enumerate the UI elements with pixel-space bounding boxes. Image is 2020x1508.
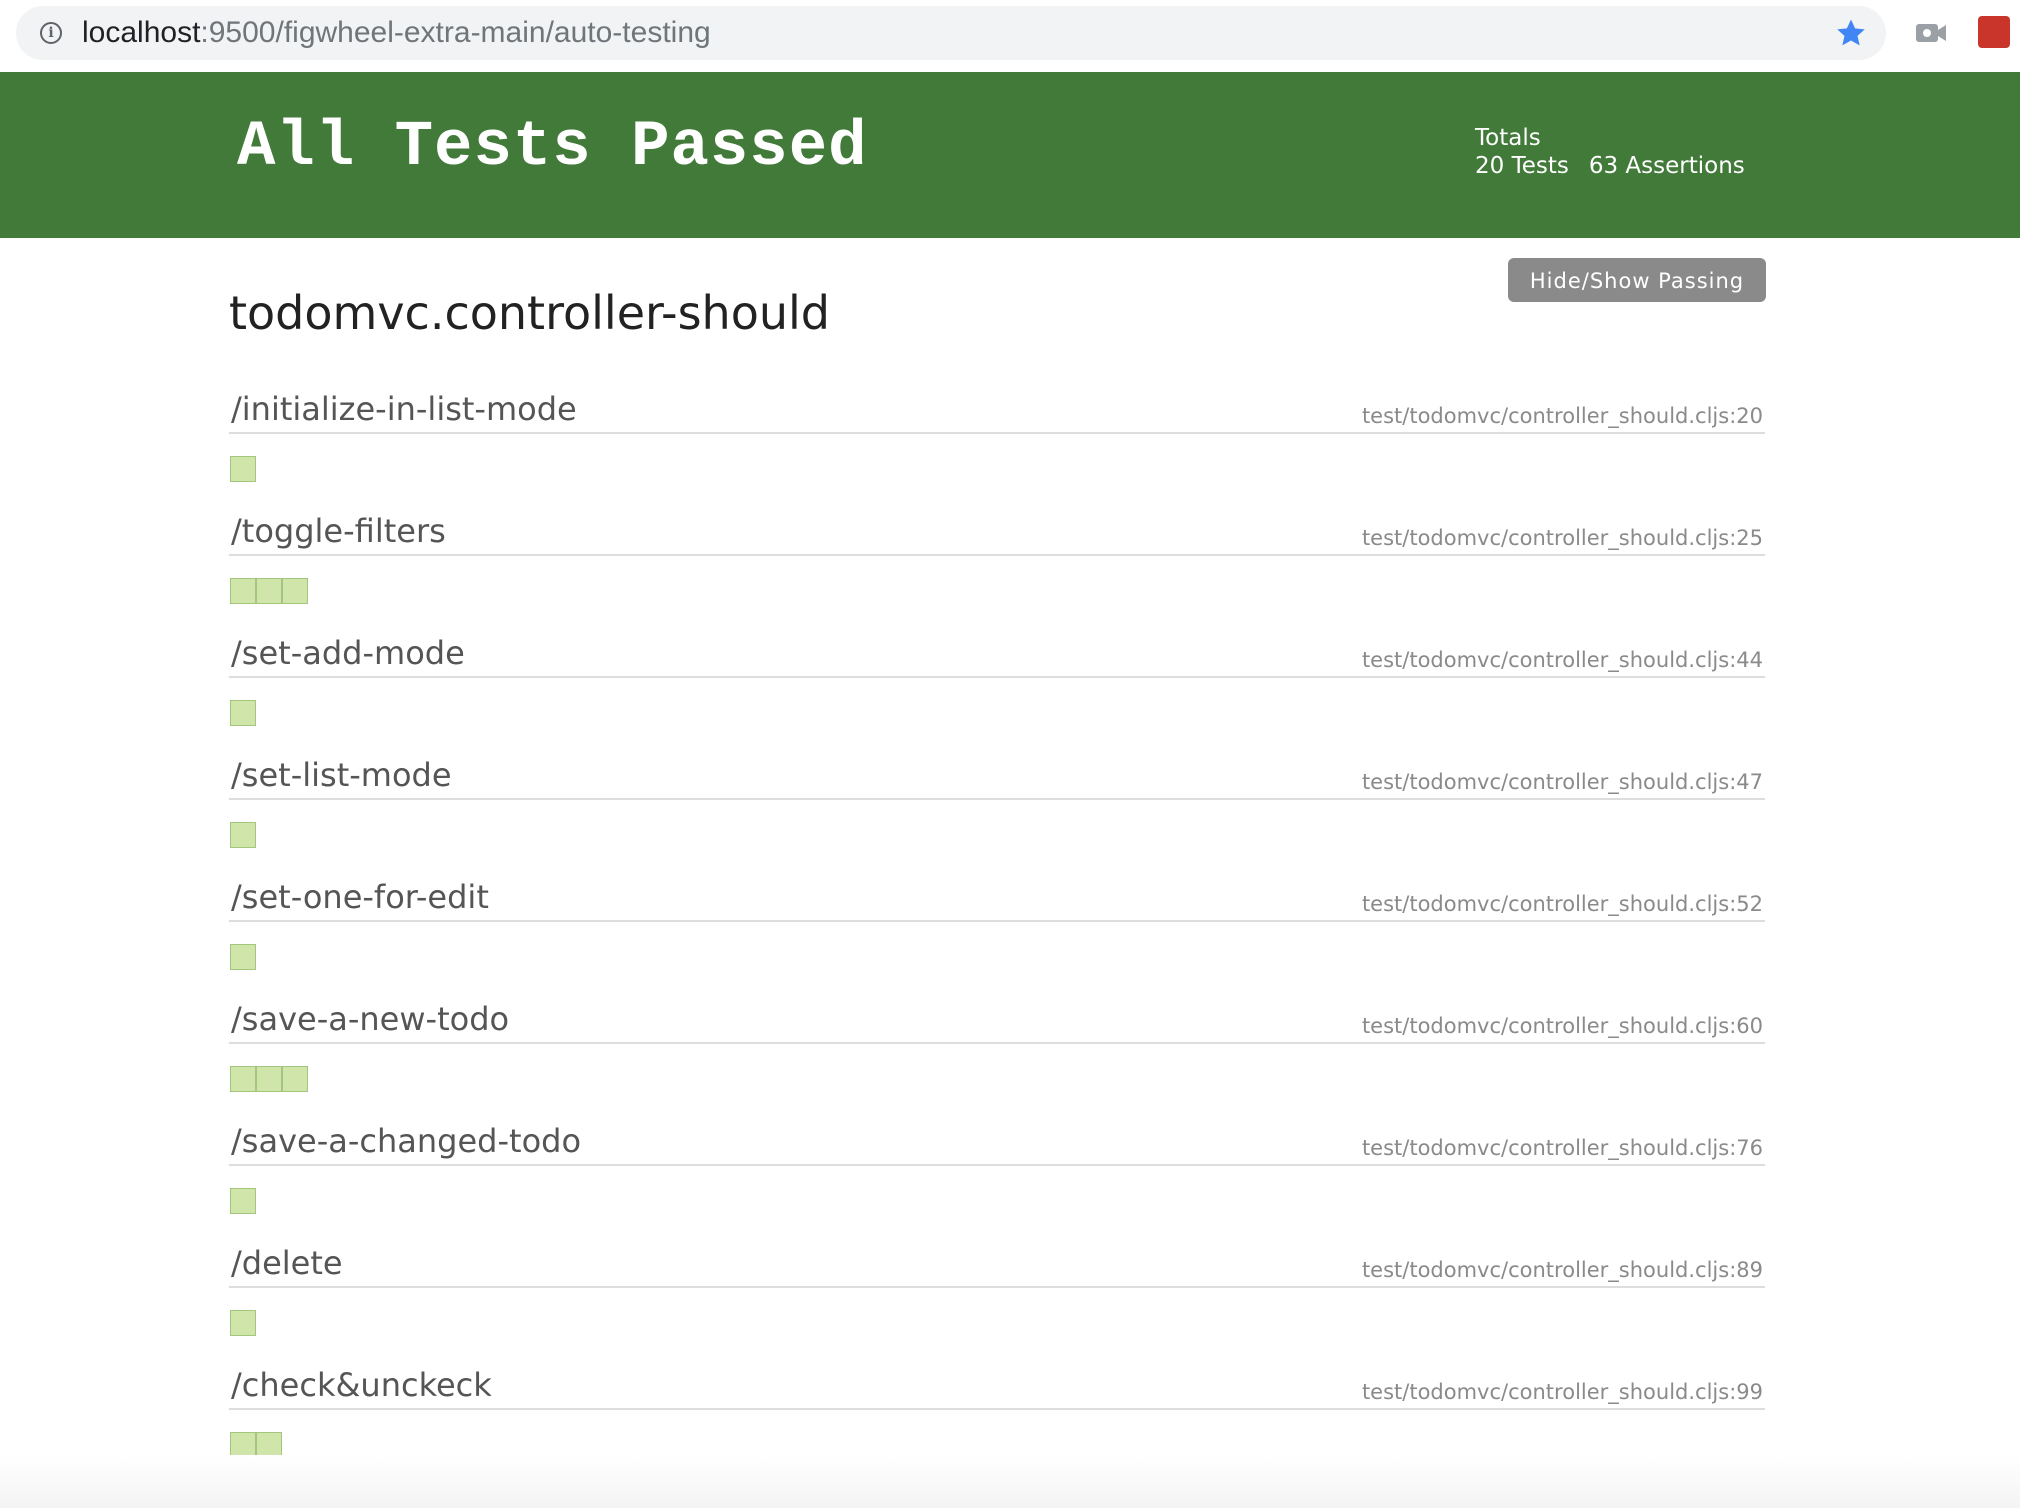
test-file-location[interactable]: test/todomvc/controller_should.cljs:44 <box>1362 648 1763 672</box>
test-row: /delete test/todomvc/controller_should.cl… <box>229 1242 1765 1364</box>
test-header: /set-one-for-edit test/todomvc/controller… <box>229 876 1765 922</box>
passed-assertion-marker[interactable] <box>230 578 256 604</box>
test-name[interactable]: /initialize-in-list-mode <box>231 390 577 428</box>
passed-assertion-marker[interactable] <box>282 578 308 604</box>
bottom-fade <box>0 1455 2020 1508</box>
test-file-location[interactable]: test/todomvc/controller_should.cljs:52 <box>1362 892 1763 916</box>
passed-assertion-marker[interactable] <box>230 944 256 970</box>
assertion-results <box>230 944 256 970</box>
test-name[interactable]: /toggle-filters <box>231 512 446 550</box>
assertions-count: 63 Assertions <box>1588 153 1745 179</box>
assertion-results <box>230 1310 256 1336</box>
test-name[interactable]: /save-a-changed-todo <box>231 1122 581 1160</box>
test-row: /save-a-changed-todo test/todomvc/control… <box>229 1120 1765 1242</box>
totals-summary: Totals 20 Tests 63 Assertions <box>1475 124 1745 180</box>
totals-counts: 20 Tests 63 Assertions <box>1475 152 1745 180</box>
url-host: localhost <box>82 16 201 49</box>
test-file-location[interactable]: test/todomvc/controller_should.cljs:60 <box>1362 1014 1763 1038</box>
passed-assertion-marker[interactable] <box>230 1188 256 1214</box>
passed-assertion-marker[interactable] <box>230 456 256 482</box>
test-header: /set-add-mode test/todomvc/controller_sho… <box>229 632 1765 678</box>
passed-assertion-marker[interactable] <box>256 1066 282 1092</box>
results-header: All Tests Passed Totals 20 Tests 63 Asser… <box>0 72 2020 238</box>
browser-toolbar: i localhost:9500/figwheel-extra-main/aut… <box>0 0 2020 72</box>
assertion-results <box>230 578 308 604</box>
site-info-icon[interactable]: i <box>40 22 62 44</box>
test-file-location[interactable]: test/todomvc/controller_should.cljs:25 <box>1362 526 1763 550</box>
assertion-results <box>230 700 256 726</box>
passed-assertion-marker[interactable] <box>230 700 256 726</box>
test-header: /initialize-in-list-mode test/todomvc/con… <box>229 388 1765 434</box>
tests-count: 20 Tests <box>1475 153 1569 179</box>
passed-assertion-marker[interactable] <box>282 1066 308 1092</box>
address-bar[interactable]: i localhost:9500/figwheel-extra-main/aut… <box>16 6 1886 60</box>
test-row: /save-a-new-todo test/todomvc/controller_… <box>229 998 1765 1120</box>
assertion-results <box>230 1066 308 1092</box>
test-header: /delete test/todomvc/controller_should.cl… <box>229 1242 1765 1288</box>
test-name[interactable]: /set-add-mode <box>231 634 465 672</box>
test-row: /initialize-in-list-mode test/todomvc/con… <box>229 388 1765 510</box>
test-header: /set-list-mode test/todomvc/controller_sh… <box>229 754 1765 800</box>
passed-assertion-marker[interactable] <box>230 1310 256 1336</box>
test-row: /set-list-mode test/todomvc/controller_sh… <box>229 754 1765 876</box>
bookmark-star-icon[interactable] <box>1834 16 1868 50</box>
test-name[interactable]: /set-one-for-edit <box>231 878 489 916</box>
test-name[interactable]: /set-list-mode <box>231 756 452 794</box>
url-text[interactable]: localhost:9500/figwheel-extra-main/auto-… <box>82 16 711 50</box>
test-name[interactable]: /save-a-new-todo <box>231 1000 509 1038</box>
page-title: All Tests Passed <box>237 112 868 184</box>
test-header: /check&unckeck test/todomvc/controller_sh… <box>229 1364 1765 1410</box>
paw-extension-icon[interactable] <box>1978 16 2010 48</box>
passed-assertion-marker[interactable] <box>230 822 256 848</box>
test-row: /set-add-mode test/todomvc/controller_sho… <box>229 632 1765 754</box>
test-row: /toggle-filters test/todomvc/controller_s… <box>229 510 1765 632</box>
totals-label: Totals <box>1475 125 1541 151</box>
test-name[interactable]: /check&unckeck <box>231 1366 492 1404</box>
test-file-location[interactable]: test/todomvc/controller_should.cljs:99 <box>1362 1380 1763 1404</box>
camera-extension-icon[interactable] <box>1914 18 1948 48</box>
hide-show-passing-button[interactable]: Hide/Show Passing <box>1508 258 1766 302</box>
url-path: :9500/figwheel-extra-main/auto-testing <box>200 16 711 49</box>
namespace-title: todomvc.controller-should <box>229 286 830 340</box>
test-file-location[interactable]: test/todomvc/controller_should.cljs:47 <box>1362 770 1763 794</box>
test-file-location[interactable]: test/todomvc/controller_should.cljs:89 <box>1362 1258 1763 1282</box>
test-file-location[interactable]: test/todomvc/controller_should.cljs:20 <box>1362 404 1763 428</box>
passed-assertion-marker[interactable] <box>256 578 282 604</box>
test-row: /set-one-for-edit test/todomvc/controller… <box>229 876 1765 998</box>
test-file-location[interactable]: test/todomvc/controller_should.cljs:76 <box>1362 1136 1763 1160</box>
test-name[interactable]: /delete <box>231 1244 343 1282</box>
assertion-results <box>230 1188 256 1214</box>
test-header: /save-a-new-todo test/todomvc/controller_… <box>229 998 1765 1044</box>
test-header: /toggle-filters test/todomvc/controller_s… <box>229 510 1765 556</box>
passed-assertion-marker[interactable] <box>230 1066 256 1092</box>
test-header: /save-a-changed-todo test/todomvc/control… <box>229 1120 1765 1166</box>
assertion-results <box>230 456 256 482</box>
test-list: /initialize-in-list-mode test/todomvc/con… <box>229 388 1765 1486</box>
assertion-results <box>230 822 256 848</box>
